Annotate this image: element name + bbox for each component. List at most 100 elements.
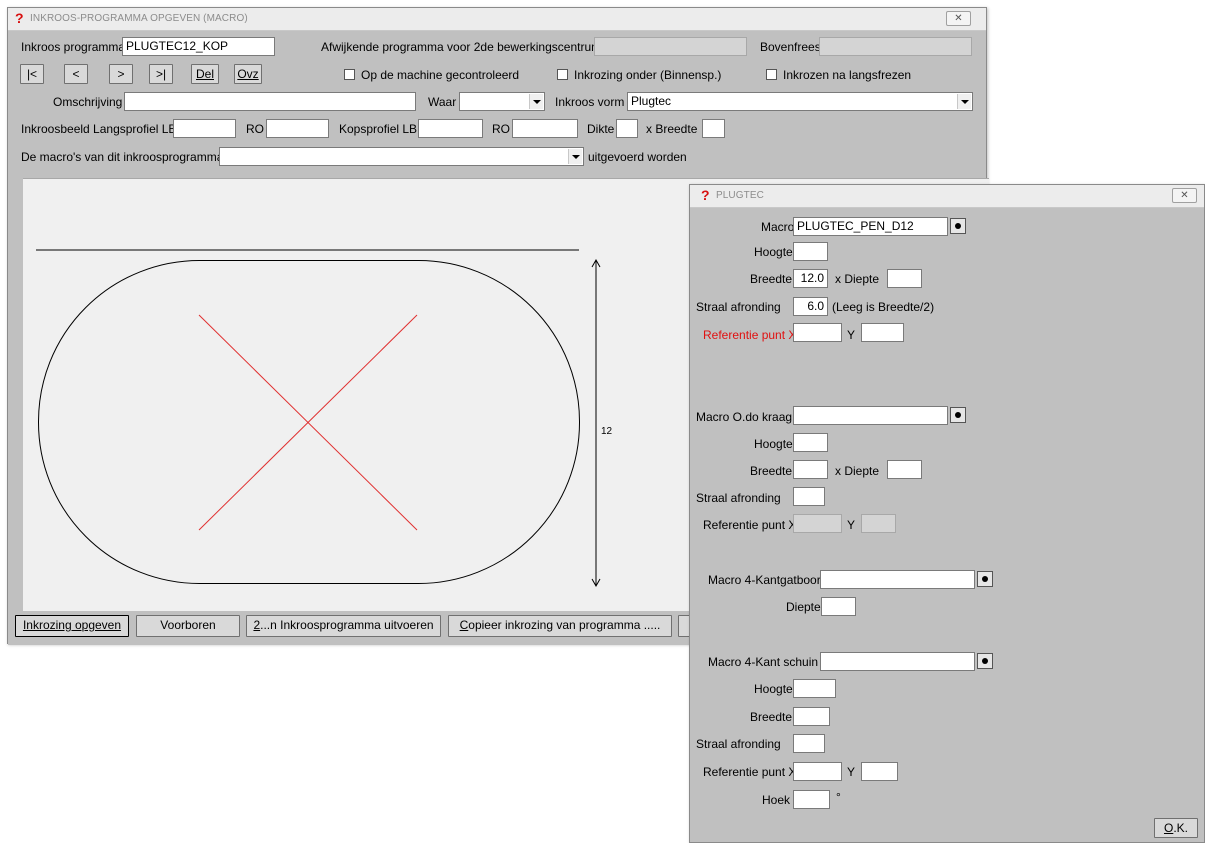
- ref2-y-input[interactable]: [861, 514, 896, 533]
- plugtec-title: PLUGTEC: [716, 190, 764, 201]
- chevron-down-icon[interactable]: [568, 149, 582, 164]
- ok-label: .K.: [1173, 821, 1188, 835]
- ref3-y-input[interactable]: [861, 762, 898, 781]
- question-icon: ?: [701, 187, 710, 203]
- straal-label: Straal afronding: [696, 300, 781, 314]
- bovenfrees-label: Bovenfrees: [760, 40, 821, 54]
- afwijkend-label: Afwijkende programma voor 2de bewerkings…: [321, 40, 602, 54]
- diepte-input[interactable]: [887, 269, 922, 288]
- checkbox-box[interactable]: [766, 69, 777, 80]
- y3-label: Y: [847, 765, 856, 779]
- inkrozen-na-checkbox[interactable]: Inkrozen na langsfrezen: [766, 68, 911, 82]
- op-machine-checkbox[interactable]: Op de machine gecontroleerd: [344, 68, 519, 82]
- macro-schuin-select-button[interactable]: [977, 653, 993, 669]
- macro-select-button[interactable]: [950, 218, 966, 234]
- inkrozen-na-label: Inkrozen na langsfrezen: [783, 68, 912, 82]
- hoogte2-input[interactable]: [793, 433, 828, 452]
- y2-label: Y: [847, 518, 856, 532]
- chevron-down-icon[interactable]: [957, 94, 971, 109]
- inkrozing-opgeven-button[interactable]: Inkrozing opgeven: [15, 615, 129, 637]
- hoogte3-input[interactable]: [793, 679, 836, 698]
- close-button[interactable]: ✕: [946, 11, 971, 26]
- inkroosprogramma-uitvoeren-button[interactable]: 2...n Inkroosprogramma uitvoeren: [246, 615, 441, 637]
- window-title: INKROOS-PROGRAMMA OPGEVEN (MACRO): [30, 13, 248, 24]
- straal3-label: Straal afronding: [696, 737, 781, 751]
- bovenfrees-input[interactable]: [819, 37, 972, 56]
- inkrozing-onder-checkbox[interactable]: Inkrozing onder (Binnensp.): [557, 68, 721, 82]
- ref3-x-input[interactable]: [793, 762, 842, 781]
- inkroos-vorm-select[interactable]: Plugtec: [627, 92, 973, 111]
- straal-input[interactable]: 6.0: [793, 297, 828, 316]
- copieer-inkrozing-button[interactable]: Copieer inkrozing van programma .....: [448, 615, 672, 637]
- afwijkend-input[interactable]: [594, 37, 747, 56]
- macros-select[interactable]: [219, 147, 584, 166]
- overview-button[interactable]: Ovz: [234, 64, 262, 84]
- last-record-button[interactable]: >|: [149, 64, 173, 84]
- ro1-label: RO: [246, 122, 264, 136]
- macro-kantgat-input[interactable]: [820, 570, 975, 589]
- macro-label: Macro: [761, 220, 795, 234]
- copieer-label: opieer inkrozing van programma .....: [468, 618, 661, 632]
- breedte3-label: Breedte: [750, 710, 793, 724]
- langsprofiel-ro-input[interactable]: [266, 119, 329, 138]
- hoogte-input[interactable]: [793, 242, 828, 261]
- omschrijving-label: Omschrijving: [53, 95, 123, 109]
- plugtec-window: ? PLUGTEC ✕ Macro PLUGTEC_PEN_D12 Hoogte…: [689, 184, 1205, 843]
- waar-label: Waar: [428, 95, 457, 109]
- kopsprofiel-label: Kopsprofiel LB: [339, 122, 418, 136]
- macro-kantgat-select-button[interactable]: [977, 571, 993, 587]
- breedte-label: Breedte: [750, 272, 793, 286]
- degree-symbol: °: [836, 790, 841, 804]
- diepte2-input[interactable]: [887, 460, 922, 479]
- kopsprofiel-ro-input[interactable]: [512, 119, 578, 138]
- macro-schuin-input[interactable]: [820, 652, 975, 671]
- breedte2-label: Breedte: [750, 464, 793, 478]
- langsprofiel-lb-input[interactable]: [173, 119, 236, 138]
- macro-input[interactable]: PLUGTEC_PEN_D12: [793, 217, 948, 236]
- next-record-button[interactable]: >: [109, 64, 133, 84]
- uitvoeren-label: ...n Inkroosprogramma uitvoeren: [260, 618, 434, 632]
- chevron-down-icon[interactable]: [529, 94, 543, 109]
- checkbox-box[interactable]: [344, 69, 355, 80]
- macro-odo-label: Macro O.do kraag: [696, 410, 793, 424]
- uitgevoerd-label: uitgevoerd worden: [588, 150, 687, 164]
- straal2-input[interactable]: [793, 487, 825, 506]
- hoek-input[interactable]: [793, 790, 830, 809]
- inkroos-vorm-label: Inkroos vorm: [555, 95, 625, 109]
- breedte-input[interactable]: [702, 119, 725, 138]
- breedte2-input[interactable]: [793, 460, 828, 479]
- diepte3-input[interactable]: [821, 597, 856, 616]
- voorboren-button[interactable]: Voorboren: [136, 615, 240, 637]
- straal3-input[interactable]: [793, 734, 825, 753]
- macro-odo-select-button[interactable]: [950, 407, 966, 423]
- breedte-input[interactable]: 12.0: [793, 269, 828, 288]
- checkbox-box[interactable]: [557, 69, 568, 80]
- prev-record-button[interactable]: <: [64, 64, 88, 84]
- inkrozing-opgeven-label: Inkrozing opgeven: [22, 618, 122, 632]
- ok-shortcut: O: [1163, 821, 1174, 835]
- ref-x-input[interactable]: [793, 323, 842, 342]
- hoogte3-label: Hoogte: [754, 682, 793, 696]
- xdiepte2-label: x Diepte: [835, 464, 880, 478]
- breedte3-input[interactable]: [793, 707, 830, 726]
- macro-kantgat-label: Macro 4-Kantgatboor: [708, 573, 821, 587]
- copieer-shortcut: C: [459, 618, 469, 632]
- dimension-label: 12: [601, 426, 613, 437]
- waar-select[interactable]: [459, 92, 545, 111]
- referentie2-label: Referentie punt X: [703, 518, 797, 532]
- ok-button[interactable]: O.K.: [1154, 818, 1198, 838]
- ref2-x-input[interactable]: [793, 514, 842, 533]
- inkroos-programma-input[interactable]: PLUGTEC12_KOP: [122, 37, 275, 56]
- first-record-button[interactable]: |<: [20, 64, 44, 84]
- macro-odo-input[interactable]: [793, 406, 948, 425]
- omschrijving-input[interactable]: [124, 92, 416, 111]
- op-machine-label: Op de machine gecontroleerd: [361, 68, 520, 82]
- dikte-input[interactable]: [616, 119, 638, 138]
- xbreedte-label: x Breedte: [646, 122, 698, 136]
- kopsprofiel-lb-input[interactable]: [418, 119, 483, 138]
- close-button[interactable]: ✕: [1172, 188, 1197, 203]
- ref-y-input[interactable]: [861, 323, 904, 342]
- delete-button[interactable]: Del: [191, 64, 219, 84]
- plugtec-titlebar: ? PLUGTEC ✕: [690, 185, 1204, 208]
- straal-note: (Leeg is Breedte/2): [832, 300, 935, 314]
